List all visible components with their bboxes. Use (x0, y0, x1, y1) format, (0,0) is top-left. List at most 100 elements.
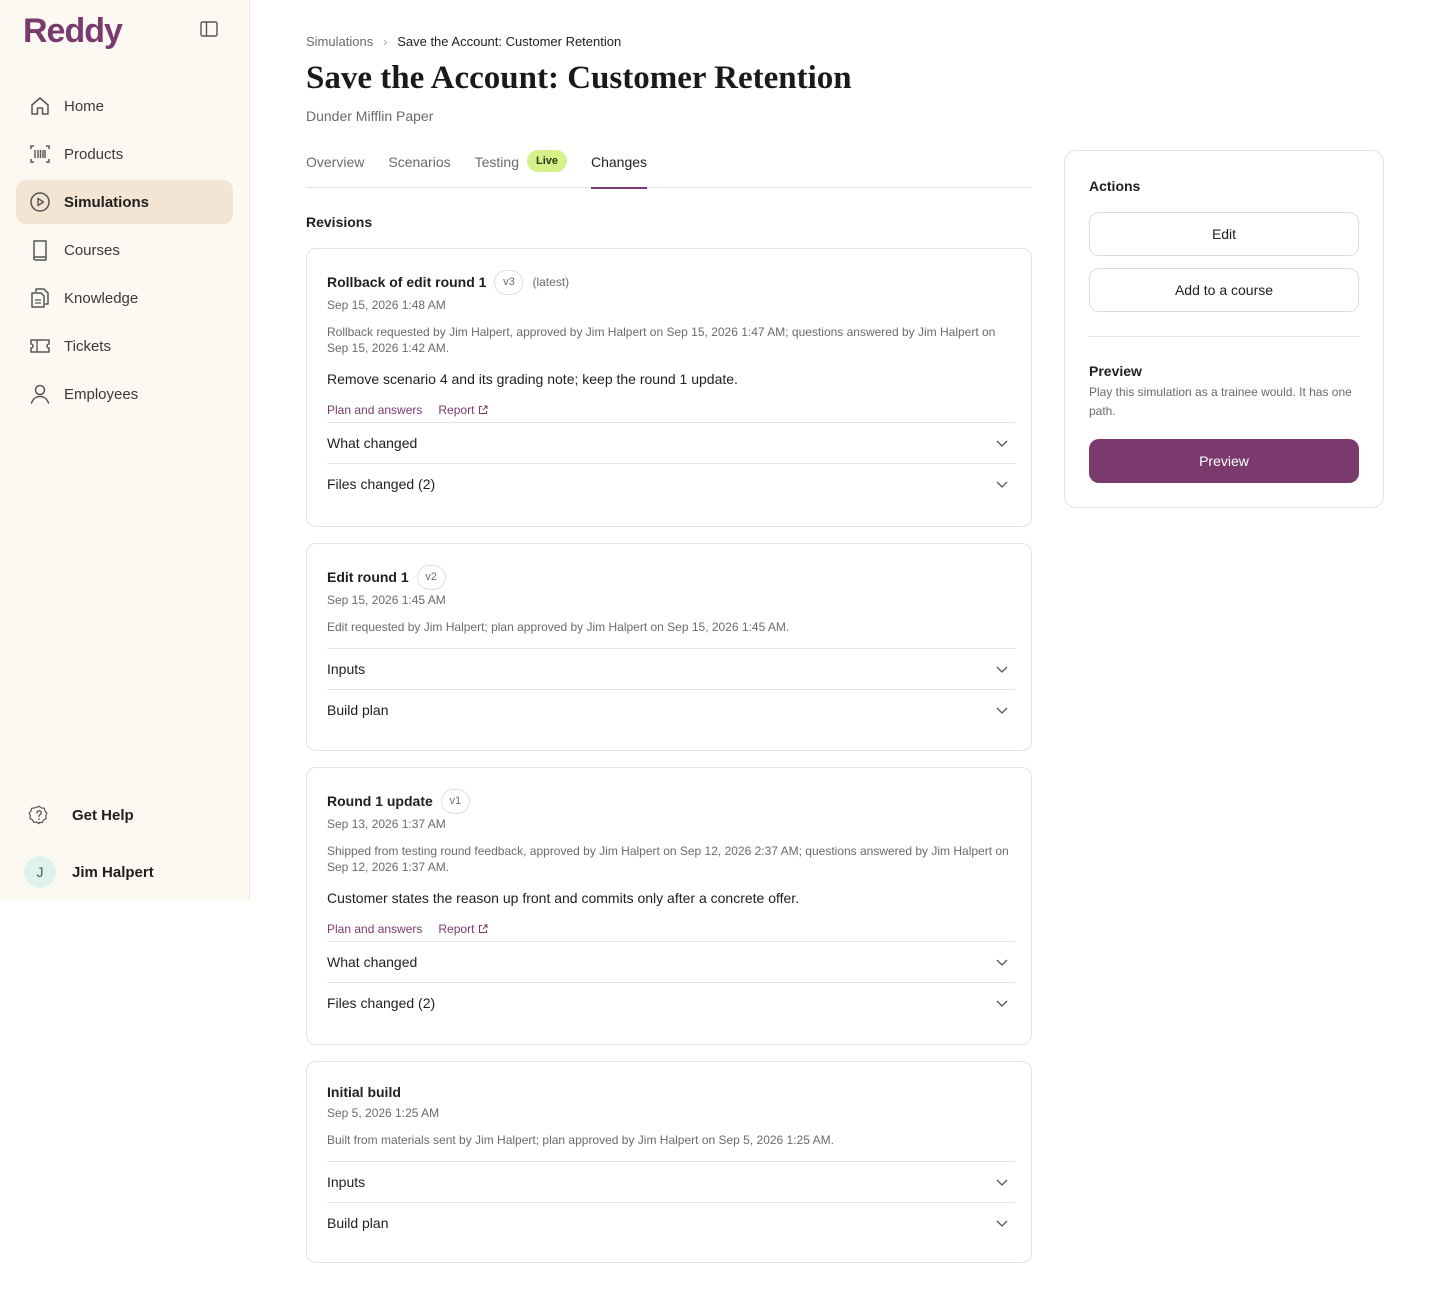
revision-card: Rollback of edit round 1 v3 (latest) Sep… (306, 248, 1032, 527)
revision-title: Initial build (327, 1084, 401, 1100)
accordion-label: What changed (327, 954, 418, 970)
get-help-label: Get Help (72, 806, 134, 824)
revision-summary: Customer states the reason up front and … (327, 890, 800, 906)
report-link-label: Report (438, 403, 475, 417)
sidebar-item-label: Tickets (64, 337, 111, 355)
accordion-inputs[interactable]: Inputs (327, 648, 1015, 689)
accordion-label: Build plan (327, 1215, 389, 1231)
tab-label: Scenarios (388, 154, 451, 170)
barcode-icon (30, 145, 50, 163)
accordion-build-plan[interactable]: Build plan (327, 1202, 1015, 1243)
report-link[interactable]: Report (438, 403, 488, 417)
preview-heading: Preview (1089, 363, 1142, 379)
user-name: Jim Halpert (72, 863, 154, 881)
edit-button[interactable]: Edit (1089, 212, 1359, 256)
accordion-files-changed[interactable]: Files changed (2) (327, 463, 1015, 504)
sidebar: Reddy Home Products Simulations Courses … (0, 0, 250, 900)
tab-label: Changes (591, 154, 648, 170)
get-help-button[interactable]: Get Help (28, 804, 134, 826)
avatar: J (24, 856, 56, 888)
tab-scenarios[interactable]: Scenarios (388, 148, 450, 188)
accordion-what-changed[interactable]: What changed (327, 422, 1015, 463)
accordion-label: What changed (327, 435, 418, 451)
home-icon (31, 97, 49, 115)
sidebar-item-label: Simulations (64, 193, 150, 211)
sidebar-item-knowledge[interactable]: Knowledge (16, 276, 233, 320)
sidebar-item-tickets[interactable]: Tickets (16, 324, 233, 368)
revision-date: Sep 15, 2026 1:45 AM (327, 593, 446, 607)
version-badge: v2 (416, 564, 446, 590)
revision-date: Sep 15, 2026 1:48 AM (327, 298, 446, 312)
revision-title: Rollback of edit round 1 (327, 274, 487, 290)
accordion-label: Files changed (2) (327, 995, 436, 1011)
revision-meta: Shipped from testing round feedback, app… (327, 844, 1009, 874)
plan-and-answers-link[interactable]: Plan and answers (327, 922, 422, 936)
user-menu[interactable]: J Jim Halpert (24, 856, 154, 888)
sidebar-item-label: Employees (64, 385, 139, 403)
revision-summary: Remove scenario 4 and its grading note; … (327, 371, 738, 387)
accordion-files-changed[interactable]: Files changed (2) (327, 982, 1015, 1023)
sidebar-item-products[interactable]: Products (16, 132, 233, 176)
external-link-icon (479, 924, 488, 933)
tab-testing[interactable]: Testing Live (475, 148, 567, 188)
help-icon (28, 805, 48, 825)
accordion-what-changed[interactable]: What changed (327, 941, 1015, 982)
tab-overview[interactable]: Overview (306, 148, 364, 188)
report-link-label: Report (438, 922, 475, 936)
chevron-down-icon (996, 1179, 1008, 1186)
sidebar-nav: Home Products Simulations Courses Knowle… (16, 84, 233, 420)
preview-button[interactable]: Preview (1089, 439, 1359, 483)
tab-changes[interactable]: Changes (591, 148, 648, 189)
revision-card: Edit round 1 v2 Sep 15, 2026 1:45 AM Edi… (306, 543, 1032, 751)
page-subtitle: Dunder Mifflin Paper (306, 108, 434, 124)
sidebar-item-label: Knowledge (64, 289, 139, 307)
actions-panel: Actions Edit Add to a course Preview Pla… (1064, 150, 1384, 508)
play-circle-icon (30, 192, 50, 212)
live-badge: Live (526, 150, 567, 172)
documents-icon (31, 288, 49, 308)
page-title: Save the Account: Customer Retention (306, 60, 852, 96)
user-icon (30, 384, 50, 404)
breadcrumb: Simulations › Save the Account: Customer… (306, 34, 621, 49)
add-to-course-button[interactable]: Add to a course (1089, 268, 1359, 312)
revisions-heading: Revisions (306, 214, 373, 230)
breadcrumb-simulations-link[interactable]: Simulations (306, 34, 373, 49)
plan-and-answers-link[interactable]: Plan and answers (327, 403, 422, 417)
sidebar-item-courses[interactable]: Courses (16, 228, 233, 272)
breadcrumb-current: Save the Account: Customer Retention (397, 34, 622, 49)
actions-heading: Actions (1089, 178, 1141, 194)
chevron-down-icon (996, 707, 1008, 714)
sidebar-item-simulations[interactable]: Simulations (16, 180, 233, 224)
chevron-down-icon (996, 1000, 1008, 1007)
sidebar-item-label: Products (64, 145, 124, 163)
chevron-down-icon (996, 481, 1008, 488)
revision-meta: Rollback requested by Jim Halpert, appro… (327, 325, 996, 355)
revision-meta: Built from materials sent by Jim Halpert… (327, 1133, 834, 1147)
accordion-label: Files changed (2) (327, 476, 436, 492)
revision-card: Initial build Sep 5, 2026 1:25 AM Built … (306, 1061, 1032, 1263)
sidebar-toggle-icon[interactable] (199, 19, 219, 39)
divider (1089, 336, 1359, 337)
sidebar-item-employees[interactable]: Employees (16, 372, 233, 416)
accordion-inputs[interactable]: Inputs (327, 1161, 1015, 1202)
version-badge: v3 (494, 269, 524, 295)
chevron-down-icon (996, 440, 1008, 447)
preview-description: Play this simulation as a trainee would.… (1089, 385, 1352, 418)
tabs: Overview Scenarios Testing Live Changes (306, 148, 1032, 189)
version-badge: v1 (440, 788, 470, 814)
sidebar-item-label: Home (64, 97, 105, 115)
sidebar-item-home[interactable]: Home (16, 84, 233, 128)
latest-label: (latest) (532, 275, 570, 289)
accordion-build-plan[interactable]: Build plan (327, 689, 1015, 730)
tab-label: Overview (306, 154, 365, 170)
sidebar-item-label: Courses (64, 241, 120, 259)
accordion-label: Inputs (327, 661, 366, 677)
revision-meta: Edit requested by Jim Halpert; plan appr… (327, 620, 790, 634)
chevron-down-icon (996, 1220, 1008, 1227)
ticket-icon (30, 339, 50, 353)
reddy-logo[interactable]: Reddy (23, 12, 123, 51)
chevron-down-icon (996, 666, 1008, 673)
report-link[interactable]: Report (438, 922, 488, 936)
chevron-down-icon (996, 959, 1008, 966)
revision-card: Round 1 update v1 Sep 13, 2026 1:37 AM S… (306, 767, 1032, 1045)
